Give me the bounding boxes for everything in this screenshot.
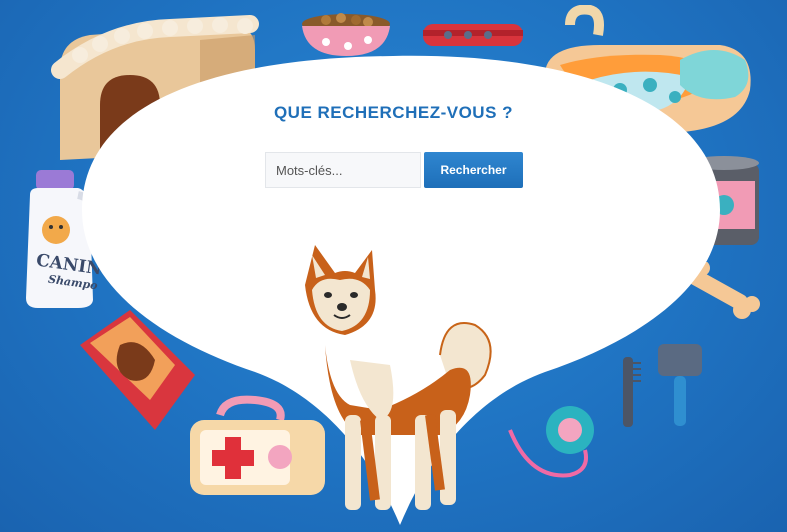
search-form: Rechercher [265, 152, 523, 188]
pet-supplies-banner: CANIN Shampo QUE RECHERCHEZ-VOUS ? Mots-… [0, 0, 787, 532]
shiba-dog-icon [305, 245, 492, 510]
search-input[interactable] [265, 152, 421, 188]
search-button[interactable]: Rechercher [424, 152, 523, 188]
search-title: QUE RECHERCHEZ-VOUS ? [273, 103, 514, 122]
